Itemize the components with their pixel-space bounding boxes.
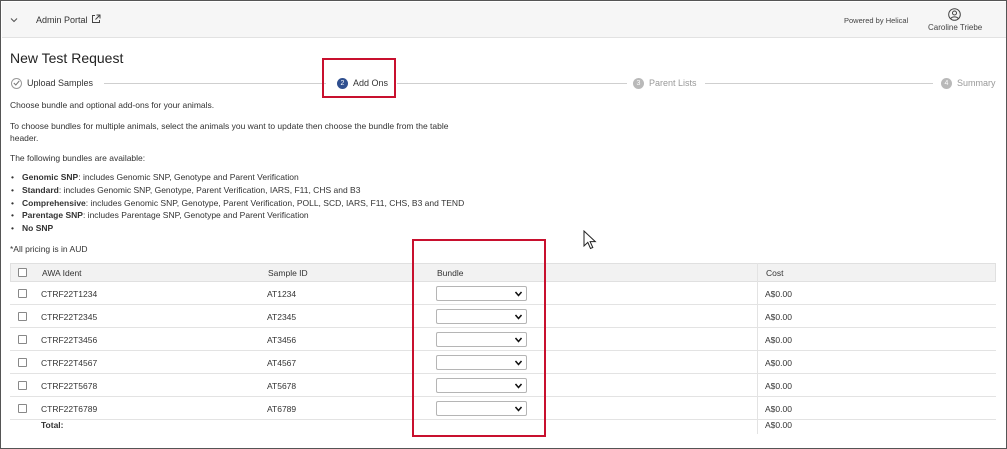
stepper-connector [104, 83, 326, 84]
awa-ident-cell: CTRF22T6789 [41, 404, 98, 414]
page-title: New Test Request [10, 50, 124, 66]
bundle-description: : includes Genomic SNP, Genotype and Par… [78, 172, 299, 182]
powered-by-label: Powered by Helical [844, 16, 909, 25]
top-bar: Admin Portal Powered by Helical Caroline… [2, 2, 1006, 38]
user-avatar-icon[interactable] [948, 8, 961, 21]
row-checkbox[interactable] [18, 289, 27, 298]
stepper-connector [705, 83, 933, 84]
checkmark-icon [11, 77, 22, 89]
total-value: A$0.00 [765, 420, 792, 430]
step-label: Upload Samples [27, 78, 94, 88]
row-checkbox[interactable] [18, 358, 27, 367]
list-item: Genomic SNP: includes Genomic SNP, Genot… [10, 172, 464, 185]
sample-id-cell: AT5678 [267, 381, 297, 391]
cost-cell: A$0.00 [765, 404, 792, 414]
bundle-name: Genomic SNP [22, 172, 79, 182]
awa-ident-cell: CTRF22T3456 [41, 335, 98, 345]
bundle-name: Standard [22, 184, 59, 195]
sample-id-cell: AT2345 [267, 312, 297, 322]
row-checkbox[interactable] [18, 404, 27, 413]
bundle-description: : includes Parentage SNP, Genotype and P… [82, 210, 309, 221]
step-number: 3 [633, 77, 644, 89]
sample-id-cell: AT1234 [267, 289, 297, 299]
awa-ident-cell: CTRF22T4567 [41, 358, 98, 368]
sample-id-cell: AT4567 [267, 358, 297, 368]
intro-multi-select-text: To choose bundles for multiple animals, … [10, 121, 449, 143]
highlight-box-add-ons [322, 58, 396, 98]
awa-ident-cell: CTRF22T1234 [41, 289, 98, 299]
step-number: 4 [941, 77, 952, 89]
step-label: Parent Lists [649, 78, 697, 88]
sample-id-cell: AT6789 [267, 404, 297, 414]
bundle-description: : includes Genomic SNP, Genotype, Parent… [58, 184, 361, 195]
sample-id-cell: AT3456 [267, 335, 297, 345]
bundle-name: Parentage SNP [22, 210, 83, 221]
step-parent-lists[interactable]: 3 Parent Lists [633, 77, 697, 89]
stepper-connector [397, 83, 627, 84]
column-header-awa-ident[interactable]: AWA Ident [42, 268, 82, 278]
row-checkbox[interactable] [18, 335, 27, 344]
cost-cell: A$0.00 [765, 381, 792, 391]
step-summary[interactable]: 4 Summary [941, 77, 996, 89]
bundle-name: Comprehensive [22, 197, 86, 208]
total-label: Total: [41, 420, 64, 430]
bundles-available-text: The following bundles are available: [10, 153, 146, 163]
user-name[interactable]: Caroline Triebe [928, 23, 982, 32]
step-label: Summary [957, 78, 996, 88]
intro-text: Choose bundle and optional add-ons for y… [10, 100, 215, 110]
portal-title[interactable]: Admin Portal [36, 15, 88, 25]
highlight-box-bundle-column [412, 239, 546, 437]
cost-cell: A$0.00 [765, 335, 792, 345]
cost-cell: A$0.00 [765, 312, 792, 322]
step-upload-samples[interactable]: Upload Samples [11, 77, 93, 89]
bundle-list: Genomic SNP: includes Genomic SNP, Genot… [10, 172, 464, 236]
row-checkbox[interactable] [18, 381, 27, 390]
column-divider [757, 263, 758, 434]
app-window: Admin Portal Powered by Helical Caroline… [0, 0, 1007, 449]
column-header-cost[interactable]: Cost [766, 268, 783, 278]
cost-cell: A$0.00 [765, 289, 792, 299]
cost-cell: A$0.00 [765, 358, 792, 368]
select-all-checkbox[interactable] [18, 268, 27, 277]
column-header-sample-id[interactable]: Sample ID [268, 268, 308, 278]
awa-ident-cell: CTRF22T5678 [41, 381, 98, 391]
chevron-down-icon[interactable] [10, 16, 18, 24]
list-item: Standard: includes Genomic SNP, Genotype… [10, 185, 464, 198]
bundle-name: No SNP [22, 223, 54, 234]
pricing-note: *All pricing is in AUD [10, 244, 88, 254]
list-item: Comprehensive: includes Genomic SNP, Gen… [10, 198, 464, 211]
external-link-icon[interactable] [91, 14, 101, 24]
list-item: No SNP [10, 223, 464, 236]
row-checkbox[interactable] [18, 312, 27, 321]
mouse-cursor-icon [583, 230, 597, 250]
awa-ident-cell: CTRF22T2345 [41, 312, 98, 322]
bundle-description: : includes Genomic SNP, Genotype, Parent… [85, 197, 465, 208]
list-item: Parentage SNP: includes Parentage SNP, G… [10, 210, 464, 223]
